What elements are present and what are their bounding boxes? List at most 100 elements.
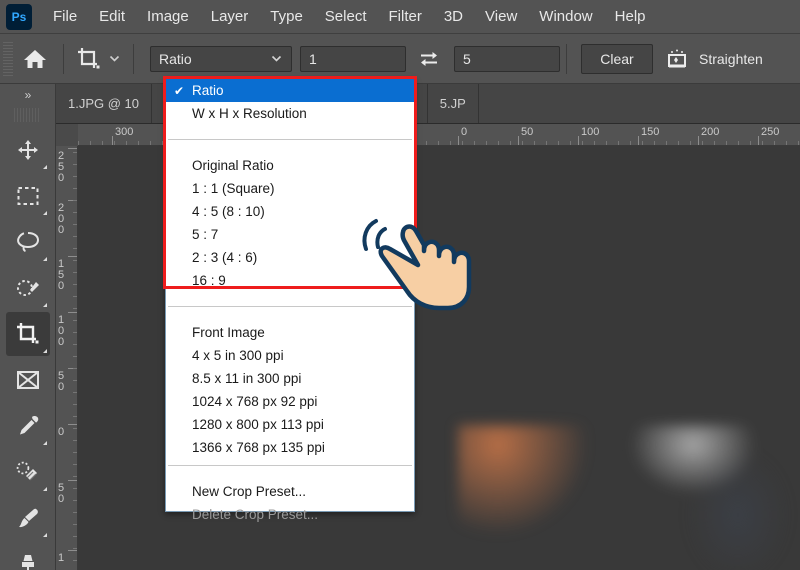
menu-option[interactable]: New Crop Preset... [166,480,414,503]
document-tab-4[interactable]: 5.JP [427,84,479,123]
tools-collapse-button[interactable]: » [0,84,55,106]
swap-arrows-icon [421,51,437,66]
tool-flyout-indicator [42,533,47,537]
crop-ratio-select[interactable]: Ratio [150,45,292,72]
menu-group-gap [166,472,414,480]
document-tab-label: 5.JP [439,96,466,111]
ruler-label: 50 [58,482,65,505]
tool-crop[interactable] [5,312,50,356]
ruler-minor-tick [73,224,77,225]
menu-group-gap [166,313,414,321]
menu-option[interactable]: Front Image [166,321,414,344]
hand-tap-cursor-icon [352,205,476,313]
menu-option[interactable]: W x H x Resolution [166,102,414,125]
menu-item-select[interactable]: Select [314,5,378,28]
crop-width-input[interactable]: 1 [300,45,406,72]
menu-option[interactable]: 8.5 x 11 in 300 ppi [166,367,414,390]
menu-option[interactable]: 4 x 5 in 300 ppi [166,344,414,367]
clear-button[interactable]: Clear [581,43,653,74]
ruler-minor-tick [702,141,703,145]
menu-option[interactable]: 1 : 1 (Square) [166,177,414,200]
ruler-minor-tick [73,164,77,165]
healing-brush-icon [16,461,37,481]
ruler-minor-tick [73,356,77,357]
menu-option[interactable]: Original Ratio [166,154,414,177]
menu-option-label: Ratio [192,83,224,98]
ruler-minor-tick [73,524,77,525]
ruler-minor-tick [594,141,595,145]
menu-item-window[interactable]: Window [528,5,603,28]
menu-option-label: Original Ratio [192,158,274,173]
tool-quick-selection[interactable] [6,266,50,310]
menu-item-edit[interactable]: Edit [88,5,136,28]
menu-item-layer[interactable]: Layer [200,5,260,28]
tool-flyout-indicator [42,165,47,169]
menu-option[interactable]: ✔ Ratio [166,79,414,102]
menu-option-label: W x H x Resolution [192,106,307,121]
ruler-minor-tick [73,488,77,489]
ruler-label: 150 [641,126,660,138]
ruler-origin-box[interactable] [56,124,78,146]
ruler-label: 100 [58,314,65,348]
vertical-ruler[interactable]: 250 200 150 100 50 0 50 1 [56,146,78,570]
menu-item-3d[interactable]: 3D [433,5,474,28]
ruler-tick [68,256,77,257]
frame-icon [16,371,39,389]
menu-option[interactable]: 1024 x 768 px 92 ppi [166,390,414,413]
crop-height-input[interactable]: 5 [454,45,560,72]
straighten-button[interactable]: Straighten [663,47,763,71]
tool-lasso[interactable] [6,220,50,264]
document-tab-label: 1.JPG @ 10 [68,96,140,111]
tool-clone-stamp[interactable] [6,542,50,570]
ruler-minor-tick [582,141,583,145]
ruler-minor-tick [73,260,77,261]
menu-option-label: 1024 x 768 px 92 ppi [192,394,318,409]
ruler-minor-tick [714,141,715,145]
menu-option[interactable]: 1280 x 800 px 113 ppi [166,413,414,436]
ruler-minor-tick [114,141,115,145]
ruler-minor-tick [73,404,77,405]
tools-panel-grip[interactable] [14,108,41,122]
tool-frame[interactable] [6,358,50,402]
ruler-minor-tick [73,416,77,417]
ruler-minor-tick [618,141,619,145]
ruler-minor-tick [510,141,511,145]
ruler-minor-tick [654,141,655,145]
tool-move[interactable] [6,128,50,172]
tool-preset-picker[interactable] [70,42,127,76]
tool-eyedropper[interactable] [6,404,50,448]
menu-option-label: 1 : 1 (Square) [192,181,275,196]
ruler-tick [68,480,77,481]
marquee-icon [17,187,38,205]
ruler-minor-tick [73,464,77,465]
menu-item-help[interactable]: Help [604,5,657,28]
menu-option-label: Delete Crop Preset... [192,507,319,522]
menu-option[interactable]: 1366 x 768 px 135 ppi [166,436,414,459]
brush-icon [18,508,38,528]
home-button[interactable] [13,37,57,81]
ruler-minor-tick [426,141,427,145]
menu-item-type[interactable]: Type [259,5,314,28]
menu-item-filter[interactable]: Filter [378,5,433,28]
ruler-tick [68,312,77,313]
document-tab-1[interactable]: 1.JPG @ 10 [56,84,153,123]
menu-item-view[interactable]: View [474,5,528,28]
ruler-tick [578,136,579,145]
ruler-label: 50 [521,126,534,138]
tool-flyout-indicator [42,257,47,261]
tool-spot-healing-brush[interactable] [6,450,50,494]
menu-item-file[interactable]: File [42,5,88,28]
options-bar-grip[interactable] [3,41,13,76]
tool-rectangular-marquee[interactable] [6,174,50,218]
ruler-minor-tick [73,452,77,453]
tool-brush[interactable] [6,496,50,540]
swap-width-height-button[interactable] [412,44,446,74]
ruler-minor-tick [73,284,77,285]
ruler-minor-tick [450,141,451,145]
lasso-icon [16,232,39,252]
ruler-minor-tick [73,500,77,501]
ruler-label: 50 [58,370,65,393]
ruler-minor-tick [73,188,77,189]
options-separator-2 [133,43,134,74]
menu-item-image[interactable]: Image [136,5,200,28]
